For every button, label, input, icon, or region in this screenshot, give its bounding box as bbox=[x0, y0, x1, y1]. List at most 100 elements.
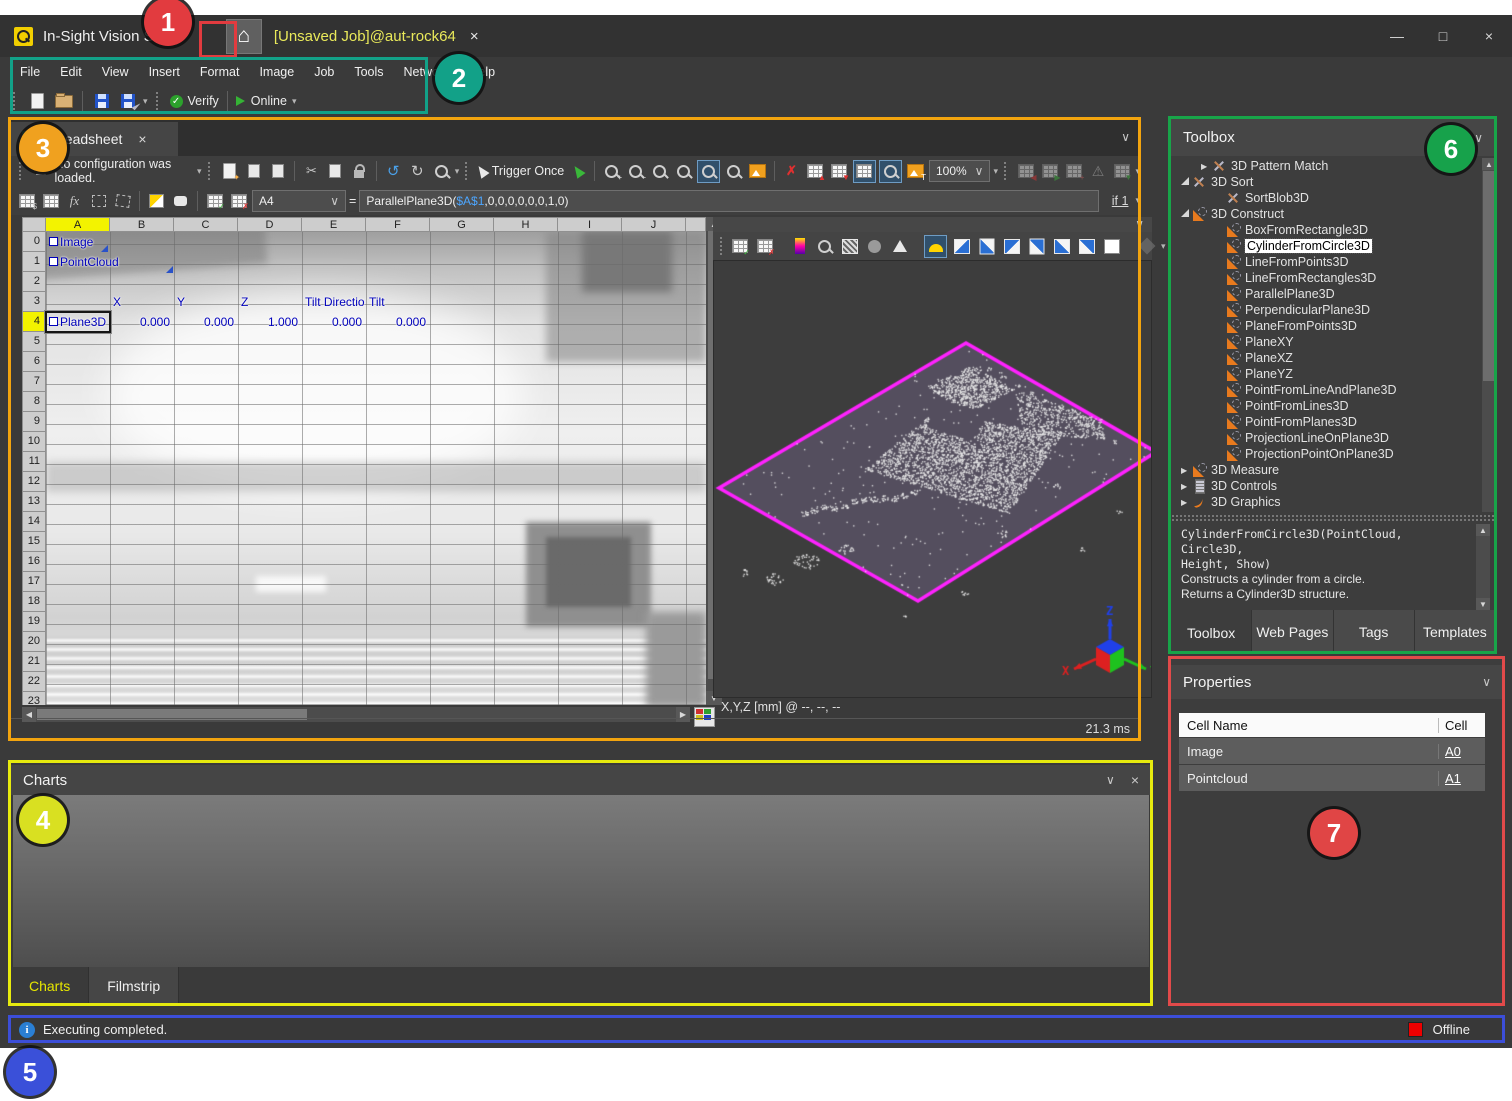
toggle-overlay-button[interactable] bbox=[879, 160, 902, 183]
expander-collapsed-icon[interactable]: ▶ bbox=[1201, 162, 1212, 171]
online-button[interactable]: Online bbox=[236, 91, 287, 112]
row-header-4[interactable]: 4 bbox=[22, 312, 46, 332]
close-button[interactable]: × bbox=[1466, 15, 1512, 57]
expander-expanded-icon[interactable] bbox=[1181, 209, 1192, 219]
formula-input[interactable]: ParallelPlane3D($A$1,0,0,0,0,0,0,1,0) bbox=[359, 190, 1098, 212]
comment-button[interactable] bbox=[170, 190, 191, 211]
menu-item-format[interactable]: Format bbox=[190, 65, 250, 79]
scroll-thumb[interactable] bbox=[1483, 171, 1495, 381]
toolbox-scrollbar[interactable]: ▲ bbox=[1482, 158, 1496, 512]
column-header-G[interactable]: G bbox=[430, 217, 494, 232]
toolbox-item-planexy[interactable]: PlaneXY bbox=[1171, 334, 1481, 350]
save-overflow-icon[interactable]: ▾ bbox=[143, 96, 148, 107]
toolbox-collapse-icon[interactable]: ∨ bbox=[1474, 131, 1483, 145]
job-tab[interactable]: [Unsaved Job]@aut-rock64 × bbox=[274, 28, 479, 45]
currency-format-button[interactable]: $ bbox=[16, 190, 37, 211]
toolbox-item-pointfromlines3d[interactable]: PointFromLines3D bbox=[1171, 398, 1481, 414]
cell-ref-select[interactable]: A4 ∨ bbox=[252, 190, 346, 212]
cell-link[interactable]: A1 bbox=[1445, 771, 1461, 786]
sheet-corner[interactable] bbox=[22, 217, 46, 232]
redo-button[interactable]: ↻ bbox=[407, 161, 428, 182]
toolbox-item-pointfromlineandplane3d[interactable]: PointFromLineAndPlane3D bbox=[1171, 382, 1481, 398]
config-list-icon[interactable]: ☰ bbox=[30, 161, 51, 182]
toolbar-grip[interactable] bbox=[465, 162, 470, 180]
expander-expanded-icon[interactable] bbox=[1181, 177, 1192, 187]
toolbar-grip[interactable] bbox=[208, 162, 213, 180]
import-job-button[interactable] bbox=[243, 161, 264, 182]
toolbox-item-boxfromrectangle3d[interactable]: BoxFromRectangle3D bbox=[1171, 222, 1481, 238]
image-display-button[interactable] bbox=[747, 161, 768, 182]
scroll-up-icon[interactable]: ▲ bbox=[1482, 158, 1496, 170]
menu-item-network[interactable]: Network bbox=[394, 65, 460, 79]
toolbox-item-linefrompoints3d[interactable]: LineFromPoints3D bbox=[1171, 254, 1481, 270]
column-header-H[interactable]: H bbox=[494, 217, 558, 232]
menu-item-image[interactable]: Image bbox=[249, 65, 304, 79]
toolbox-item-projectionpointonplane3d[interactable]: ProjectionPointOnPlane3D bbox=[1171, 446, 1481, 462]
row-header-7[interactable]: 7 bbox=[22, 372, 46, 392]
cell-link[interactable]: A0 bbox=[1445, 744, 1461, 759]
cone-view-button[interactable] bbox=[889, 236, 910, 257]
row-header-18[interactable]: 18 bbox=[22, 592, 46, 612]
row-header-13[interactable]: 13 bbox=[22, 492, 46, 512]
cell-E4[interactable]: 0.000 bbox=[303, 312, 365, 332]
export-job-button[interactable] bbox=[267, 161, 288, 182]
toolbox-item-cylinderfromcircle3d[interactable]: CylinderFromCircle3D bbox=[1171, 238, 1481, 254]
zoom-level-select[interactable]: 100% ∨ bbox=[929, 160, 991, 182]
cell-D3[interactable]: Z bbox=[239, 292, 301, 312]
snippet-add-button[interactable]: + bbox=[1063, 161, 1084, 182]
toolbox-item-linefromrectangles3d[interactable]: LineFromRectangles3D bbox=[1171, 270, 1481, 286]
toolbox-item-3d-pattern-match[interactable]: ▶3D Pattern Match bbox=[1171, 158, 1481, 174]
minimize-button[interactable]: — bbox=[1374, 15, 1420, 57]
image-text-button[interactable]: T bbox=[905, 161, 926, 182]
zoom-out-button[interactable]: − bbox=[625, 161, 646, 182]
column-header-I[interactable]: I bbox=[558, 217, 622, 232]
row-header-1[interactable]: 1 bbox=[22, 252, 46, 272]
trigger-live-button[interactable] bbox=[567, 161, 588, 182]
view3d-viewport[interactable] bbox=[713, 260, 1152, 698]
job-tab-close-icon[interactable]: × bbox=[470, 28, 479, 45]
table-format-button[interactable] bbox=[40, 190, 61, 211]
row-header-2[interactable]: 2 bbox=[22, 272, 46, 292]
toolbox-tab-templates[interactable]: Templates bbox=[1414, 610, 1495, 653]
row-header-12[interactable]: 12 bbox=[22, 472, 46, 492]
toolbox-item-perpendicularplane3d[interactable]: PerpendicularPlane3D bbox=[1171, 302, 1481, 318]
zoom-overflow-icon[interactable]: ▾ bbox=[993, 166, 998, 177]
cell-D4[interactable]: 1.000 bbox=[239, 312, 301, 332]
charts-close-icon[interactable]: × bbox=[1131, 772, 1139, 788]
menu-item-file[interactable]: File bbox=[10, 65, 50, 79]
row-header-8[interactable]: 8 bbox=[22, 392, 46, 412]
toolbox-item-planefrompoints3d[interactable]: PlaneFromPoints3D bbox=[1171, 318, 1481, 334]
row-header-5[interactable]: 5 bbox=[22, 332, 46, 352]
cell-F3[interactable]: Tilt bbox=[367, 292, 429, 312]
toolbar-grip[interactable] bbox=[1004, 162, 1009, 180]
scroll-up-icon[interactable]: ▲ bbox=[1476, 524, 1490, 536]
palette-button[interactable] bbox=[789, 236, 810, 257]
toolbox-item-3d-controls[interactable]: ▶3D Controls bbox=[1171, 478, 1481, 494]
expander-collapsed-icon[interactable]: ▶ bbox=[1181, 466, 1192, 475]
toolbox-item-sortblob3d[interactable]: SortBlob3D bbox=[1171, 190, 1481, 206]
toolbox-item-projectionlineonplane3d[interactable]: ProjectionLineOnPlane3D bbox=[1171, 430, 1481, 446]
toolbar-grip[interactable] bbox=[19, 162, 24, 180]
toolbox-item-3d-sort[interactable]: 3D Sort bbox=[1171, 174, 1481, 190]
column-header-J[interactable]: J bbox=[622, 217, 686, 232]
new-sheet-button[interactable]: ✦ bbox=[219, 161, 240, 182]
iso-view-button[interactable] bbox=[1101, 236, 1122, 257]
view3d-collapse-icon[interactable]: ∨ bbox=[1135, 217, 1144, 231]
formula-if-link[interactable]: if 1 bbox=[1112, 194, 1129, 208]
edit-overflow-icon[interactable]: ▾ bbox=[455, 166, 460, 177]
zoom-actual-button[interactable] bbox=[649, 161, 670, 182]
hide-graphics-button[interactable]: ✗ bbox=[754, 236, 775, 257]
toolbox-item-pointfromplanes3d[interactable]: PointFromPlanes3D bbox=[1171, 414, 1481, 430]
paste-button[interactable] bbox=[349, 161, 370, 182]
toolbox-item-3d-measure[interactable]: ▶3D Measure bbox=[1171, 462, 1481, 478]
menu-item-view[interactable]: View bbox=[92, 65, 139, 79]
row-header-3[interactable]: 3 bbox=[22, 292, 46, 312]
scroll-down-icon[interactable]: ▼ bbox=[1476, 598, 1490, 610]
row-header-15[interactable]: 15 bbox=[22, 532, 46, 552]
toolbar-grip[interactable] bbox=[13, 92, 19, 110]
date-format-button[interactable] bbox=[146, 190, 167, 211]
menu-item-tools[interactable]: Tools bbox=[344, 65, 393, 79]
toolbox-item-3d-construct[interactable]: 3D Construct bbox=[1171, 206, 1481, 222]
cell-C3[interactable]: Y bbox=[175, 292, 237, 312]
select-region-button[interactable] bbox=[112, 190, 133, 211]
